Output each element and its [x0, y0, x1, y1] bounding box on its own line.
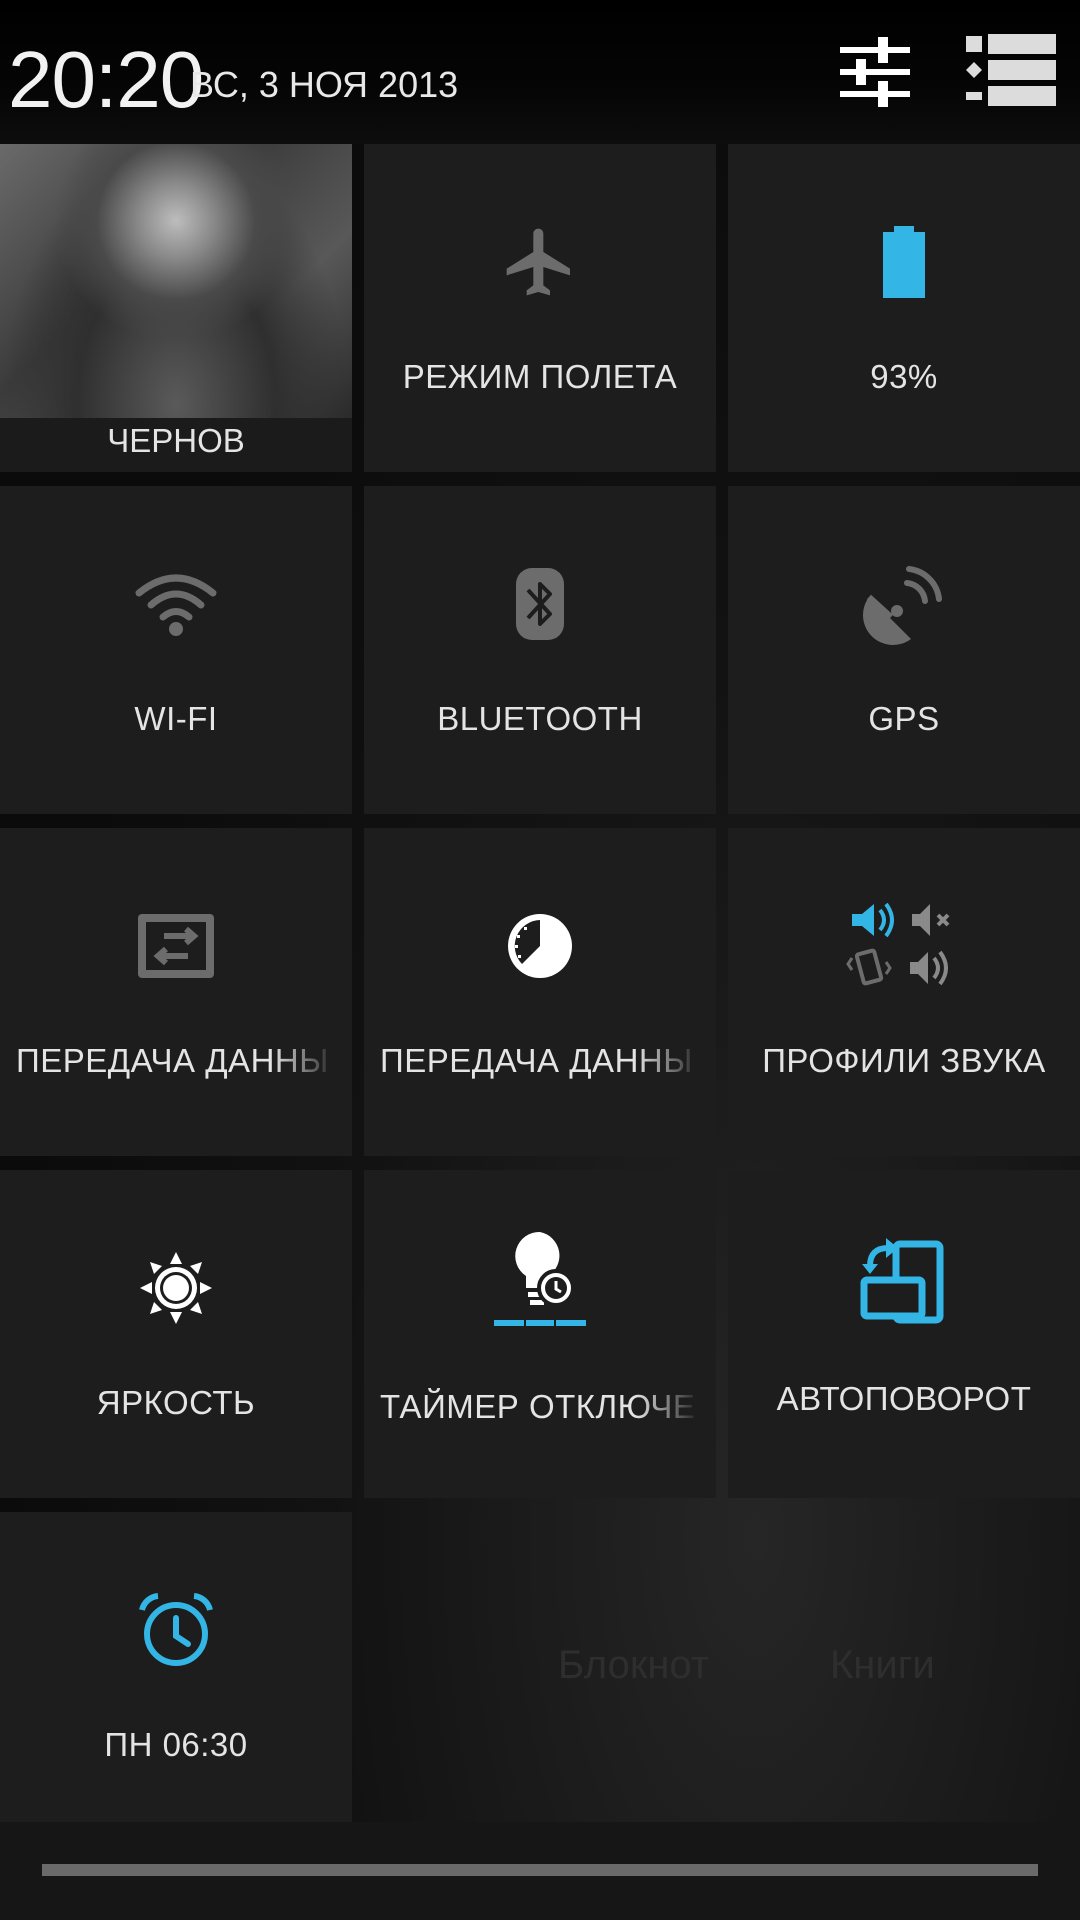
data-transfer-icon [138, 914, 214, 978]
rotate-icon [860, 1238, 944, 1324]
notifications-toggle-button[interactable] [955, 20, 1065, 124]
bulb-timer-icon [494, 1231, 586, 1326]
user-avatar [0, 144, 352, 418]
sliders-icon [840, 37, 910, 107]
drag-handle[interactable] [42, 1864, 1038, 1876]
auto-rotate-label: АВТОПОВОРОТ [776, 1380, 1032, 1417]
alarm-tile[interactable]: ПН 06:30 [0, 1512, 352, 1840]
list-icon [966, 34, 1056, 106]
airplane-mode-tile[interactable]: РЕЖИМ ПОЛЕТА [364, 144, 716, 472]
screen-timeout-label: ТАЙМЕР ОТКЛЮЧЕ [380, 1388, 696, 1425]
mobile-data-label: ПЕРЕДАЧА ДАННЫ [16, 1042, 329, 1079]
clock-date: ВС, 3 НОЯ 2013 [190, 64, 459, 105]
sound-profiles-icon [846, 902, 950, 986]
data-usage-label: ПЕРЕДАЧА ДАННЫ [380, 1042, 693, 1079]
wifi-tile[interactable]: WI-FI [0, 486, 352, 814]
gps-label: GPS [868, 700, 940, 737]
satellite-dish-icon [863, 566, 942, 645]
quick-settings-screen: Блокнот Книги 20:20 ВС, 3 НОЯ 2013 ЧЕРНО… [0, 0, 1080, 1920]
battery-label: 93% [870, 358, 938, 395]
battery-tile[interactable]: 93% [728, 144, 1080, 472]
auto-rotate-tile[interactable]: АВТОПОВОРОТ [728, 1170, 1080, 1498]
clock-time[interactable]: 20:20 [8, 34, 204, 126]
background-app-books: Книги [830, 1643, 935, 1687]
wifi-label: WI-FI [134, 700, 218, 737]
gps-tile[interactable]: GPS [728, 486, 1080, 814]
airplane-mode-label: РЕЖИМ ПОЛЕТА [402, 358, 678, 395]
bluetooth-label: BLUETOOTH [437, 700, 643, 737]
alarm-clock-icon [139, 1593, 213, 1666]
brightness-tile[interactable]: ЯРКОСТЬ [0, 1170, 352, 1498]
sound-profiles-tile[interactable]: ПРОФИЛИ ЗВУКА [728, 828, 1080, 1156]
wifi-icon [135, 574, 217, 636]
user-name: ЧЕРНОВ [107, 422, 245, 459]
user-tile[interactable]: ЧЕРНОВ [0, 144, 352, 472]
mobile-data-tile[interactable]: ПЕРЕДАЧА ДАННЫ [0, 828, 352, 1156]
data-usage-tile[interactable]: ПЕРЕДАЧА ДАННЫ [364, 828, 716, 1156]
sound-profiles-label: ПРОФИЛИ ЗВУКА [762, 1042, 1046, 1079]
settings-button[interactable] [820, 20, 930, 124]
sun-icon [140, 1252, 212, 1324]
brightness-label: ЯРКОСТЬ [96, 1384, 256, 1421]
status-header: 20:20 ВС, 3 НОЯ 2013 [0, 0, 1080, 144]
screen-timeout-tile[interactable]: ТАЙМЕР ОТКЛЮЧЕ [364, 1170, 716, 1498]
bluetooth-icon [516, 568, 564, 640]
background-app-notepad: Блокнот [558, 1643, 710, 1687]
pie-clock-icon [508, 914, 572, 978]
bluetooth-tile[interactable]: BLUETOOTH [364, 486, 716, 814]
battery-icon [883, 226, 925, 298]
alarm-label: ПН 06:30 [104, 1726, 248, 1763]
airplane-icon [506, 228, 570, 296]
